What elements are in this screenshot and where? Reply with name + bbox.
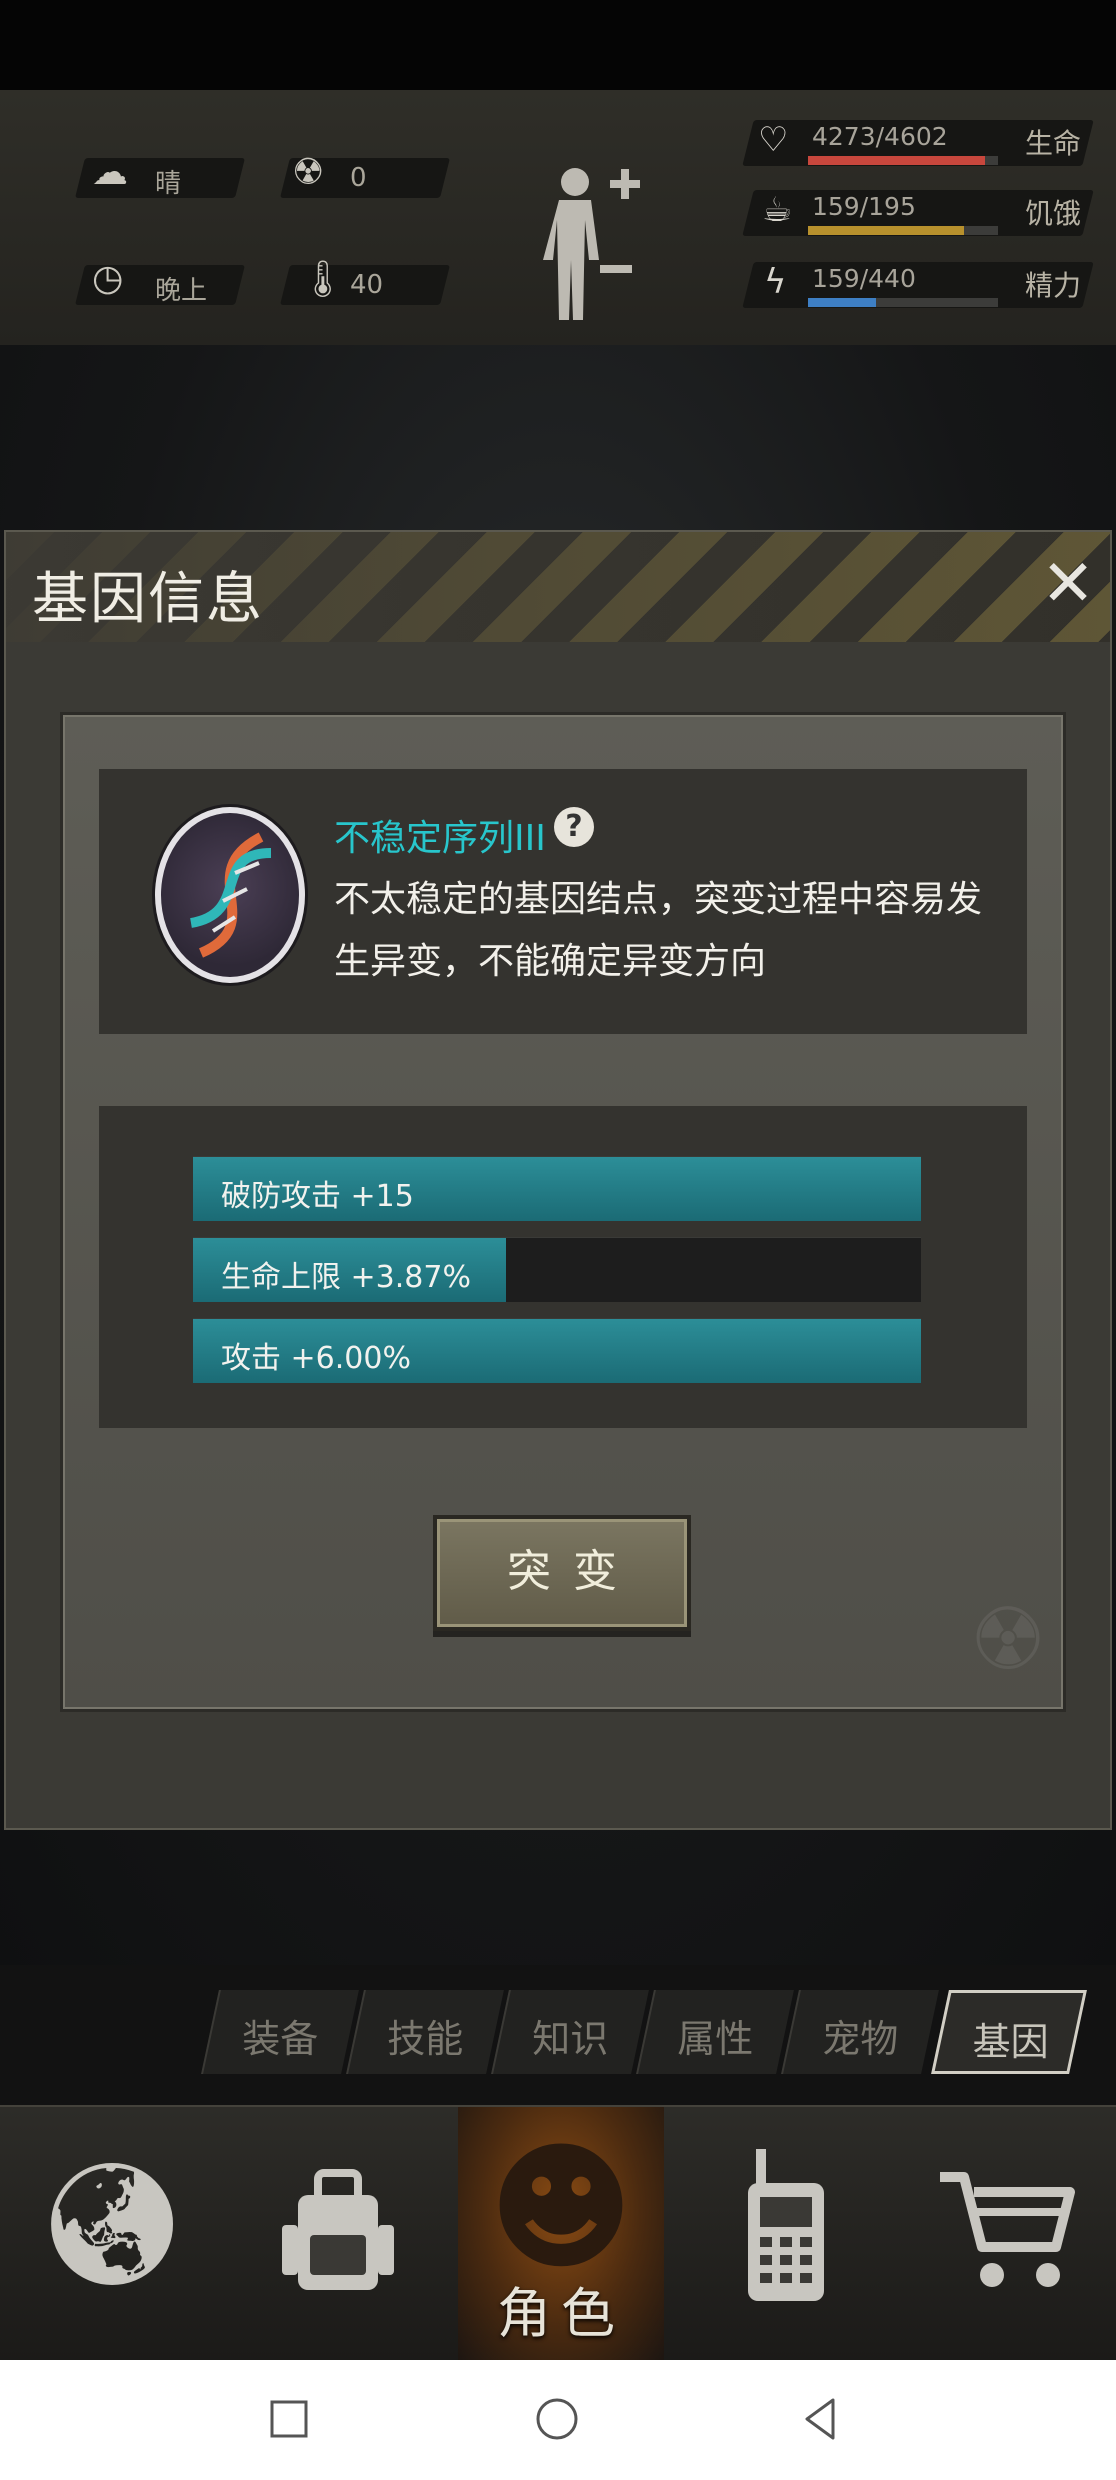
energy-icon: ϟ — [764, 262, 787, 302]
globe-icon: 🌏︎ — [35, 2155, 189, 2294]
radiation-value: 0 — [350, 163, 367, 193]
nav-shop[interactable] — [896, 2107, 1116, 2362]
weather-label: 晴 — [155, 169, 182, 199]
walkie-talkie-icon — [748, 2149, 824, 2301]
bonus-bar: 破防攻击 +15 — [193, 1156, 921, 1221]
hunger-bar — [808, 226, 998, 235]
gene-name: 不稳定序列III — [334, 818, 546, 859]
tab-pets[interactable]: 宠物 — [781, 1990, 939, 2074]
shopping-cart-icon — [940, 2172, 1075, 2287]
bonus-label: 破防攻击 +15 — [221, 1179, 414, 1214]
energy-bar-fill — [808, 298, 877, 307]
recents-icon[interactable] — [264, 2394, 314, 2444]
dialog-title: 基因信息 — [32, 567, 264, 632]
nav-backpack[interactable] — [228, 2107, 448, 2362]
gene-description: 不太稳定的基因结点，突变过程中容易发生异变，不能确定异变方向 — [334, 879, 983, 982]
character-head-icon: ☻ — [488, 2127, 634, 2290]
energy-label: 精力 — [1025, 269, 1082, 302]
bottom-nav: 🌏︎ ☻ 角色 — [0, 2105, 1116, 2362]
hunger-value: 159/195 — [812, 192, 916, 221]
bonus-bar: 攻击 +6.00% — [193, 1318, 921, 1383]
health-value: 4273/4602 — [812, 122, 948, 151]
mutate-button[interactable]: 突变 — [433, 1515, 691, 1631]
tab-skills[interactable]: 技能 — [346, 1990, 504, 2074]
close-icon[interactable]: ✕ — [1036, 552, 1100, 618]
nav-world[interactable]: 🌏︎ — [2, 2107, 222, 2362]
dna-icon — [155, 807, 305, 983]
nav-character-label: 角色 — [497, 2282, 625, 2345]
tab-knowledge[interactable]: 知识 — [491, 1990, 649, 2074]
bonus-card: 破防攻击 +15 生命上限 +3.87% 攻击 +6.00% — [99, 1106, 1027, 1428]
nav-character[interactable]: ☻ 角色 — [458, 2107, 664, 2362]
radiation-icon: ☢ — [292, 152, 325, 193]
gene-info-card: 不稳定序列III ? 不太稳定的基因结点，突变过程中容易发生异变，不能确定异变方… — [99, 769, 1027, 1034]
cloud-sun-icon: ☁ — [92, 152, 128, 193]
home-icon[interactable] — [532, 2394, 582, 2444]
stomach-icon: ☕ — [762, 190, 793, 230]
system-nav-bar — [0, 2360, 1116, 2480]
health-label: 生命 — [1025, 127, 1082, 160]
health-bar-fill — [808, 156, 985, 165]
radiation-watermark-icon: ☢ — [969, 1590, 1047, 1690]
back-icon[interactable] — [795, 2394, 845, 2444]
heart-pulse-icon: ♡ — [758, 120, 789, 160]
bonus-label: 生命上限 +3.87% — [221, 1260, 471, 1295]
body-figure-icon[interactable] — [535, 160, 645, 330]
time-label: 晚上 — [155, 276, 208, 306]
bonus-label: 攻击 +6.00% — [221, 1341, 411, 1376]
tab-equipment[interactable]: 装备 — [201, 1990, 359, 2074]
temperature-value: 40 — [350, 270, 384, 300]
tab-genes[interactable]: 基因 — [931, 1990, 1087, 2074]
status-bar — [0, 0, 1116, 90]
clock-icon: ◷ — [92, 258, 124, 299]
gene-info-dialog: 基因信息 ✕ 不稳定序列III ? 不太稳定的基因结点，突变过程中容易发生异变，… — [4, 530, 1112, 1830]
nav-radio[interactable] — [676, 2107, 896, 2362]
section-tabs: 装备 技能 知识 属性 宠物 基因 — [201, 1990, 1090, 2080]
energy-bar — [808, 298, 998, 307]
hunger-bar-fill — [808, 226, 964, 235]
hunger-label: 饥饿 — [1025, 197, 1082, 230]
help-icon[interactable]: ? — [554, 807, 594, 847]
bonus-bar: 生命上限 +3.87% — [193, 1237, 921, 1302]
health-bar — [808, 156, 998, 165]
backpack-icon — [282, 2169, 394, 2290]
hud-panel: ☁ 晴 ☢ 0 ◷ 晚上 🌡 40 ♡ 4273/4602 生命 ☕ 159/1… — [0, 90, 1116, 347]
energy-value: 159/440 — [812, 264, 916, 293]
tab-attributes[interactable]: 属性 — [636, 1990, 794, 2074]
thermometer-icon: 🌡 — [300, 259, 346, 300]
gene-panel: 不稳定序列III ? 不太稳定的基因结点，突变过程中容易发生异变，不能确定异变方… — [60, 712, 1066, 1712]
